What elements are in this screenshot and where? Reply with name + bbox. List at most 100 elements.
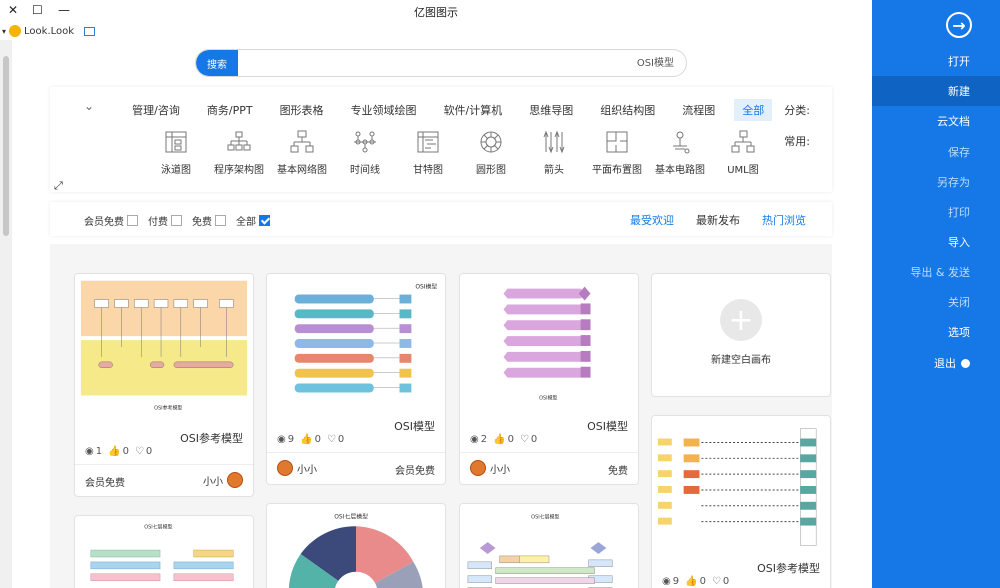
common-program-arch[interactable]: 程序架构图 bbox=[208, 129, 270, 176]
common-uml[interactable]: UML图 bbox=[712, 129, 774, 176]
category-all[interactable]: 全部 bbox=[734, 99, 773, 121]
nav-new[interactable]: 新建 bbox=[872, 76, 1000, 106]
template-card[interactable]: OSI参考模型 ◉ 9 👍 0 ♡ 0 bbox=[651, 415, 831, 588]
lookbar-label[interactable]: Look.Look bbox=[24, 26, 74, 37]
category-graphic-table[interactable]: 图形表格 bbox=[272, 99, 332, 121]
filter-label: 付费 bbox=[148, 217, 168, 228]
nav-open[interactable]: 打开 bbox=[872, 46, 1000, 76]
category-flowchart[interactable]: 流程图 bbox=[674, 99, 723, 121]
template-thumbnail: OSI参考模型 bbox=[75, 274, 253, 424]
back-arrow-icon[interactable]: → bbox=[946, 12, 972, 38]
template-card[interactable]: OSI七层模型 bbox=[74, 515, 254, 588]
category-professional[interactable]: 专业领域绘图 bbox=[343, 99, 425, 121]
template-card[interactable]: OSI七层模型 bbox=[266, 503, 446, 588]
template-card[interactable]: OSI参考模型 OSI参考模型 ◉ 1 👍 0 ♡ 0 小小 会员免费 bbox=[74, 273, 254, 497]
nav-options[interactable]: 选项 bbox=[872, 317, 1000, 347]
template-title: OSI参考模型 bbox=[180, 432, 243, 445]
category-business-ppt[interactable]: 商务/PPT bbox=[199, 99, 261, 121]
checkbox-checked-icon[interactable] bbox=[259, 215, 270, 226]
blank-canvas-card[interactable]: + 新建空白画布 bbox=[651, 273, 831, 397]
nav-exit[interactable]: 退出 bbox=[872, 348, 1000, 378]
category-software[interactable]: 软件/计算机 bbox=[436, 99, 511, 121]
nav-save-as[interactable]: 另存为 bbox=[872, 167, 1000, 197]
template-title: OSI模型 bbox=[587, 420, 628, 433]
filter-member-free[interactable]: 会员免费 bbox=[84, 213, 138, 228]
eye-icon: ◉ bbox=[85, 446, 94, 457]
common-network[interactable]: 基本网络图 bbox=[271, 129, 333, 176]
nav-import[interactable]: 导入 bbox=[872, 227, 1000, 257]
comments-count: 0 bbox=[722, 576, 730, 587]
search-input[interactable] bbox=[294, 56, 674, 67]
architecture-icon bbox=[227, 131, 251, 151]
nav-label: 打开 bbox=[948, 55, 970, 68]
timeline-icon bbox=[354, 131, 376, 153]
template-thumbnail: OSI七层模型 bbox=[267, 504, 445, 588]
category-management[interactable]: 管理/咨询 bbox=[124, 99, 188, 121]
swimlane-icon bbox=[165, 131, 187, 153]
comments-count: 0 bbox=[530, 434, 538, 445]
common-floorplan[interactable]: 平面布置图 bbox=[586, 129, 648, 176]
filter-label: 免费 bbox=[192, 217, 212, 228]
nav-cloud-docs[interactable]: 云文档 bbox=[872, 106, 1000, 136]
window-title: 亿图图示 bbox=[414, 6, 458, 19]
nav-print[interactable]: 打印 bbox=[872, 197, 1000, 227]
nav-label: 导出 & 发送 bbox=[910, 266, 970, 279]
eye-icon: ◉ bbox=[662, 576, 671, 587]
book-icon[interactable] bbox=[84, 26, 96, 36]
scroll-thumb[interactable] bbox=[3, 56, 9, 236]
divider bbox=[75, 464, 253, 465]
template-stats: ◉ 9 👍 0 ♡ 0 bbox=[662, 576, 729, 587]
comments-stat: ♡ 0 bbox=[327, 434, 344, 445]
nav-close[interactable]: 关闭 bbox=[872, 287, 1000, 317]
blank-canvas-label: 新建空白画布 bbox=[711, 355, 771, 366]
author[interactable]: 小小 bbox=[470, 460, 510, 476]
author[interactable]: 小小 bbox=[203, 472, 243, 488]
thumbnail-title: OSI七层模型 bbox=[531, 513, 559, 520]
likes-stat: 👍 0 bbox=[108, 446, 129, 457]
common-circle[interactable]: 圆形图 bbox=[460, 129, 522, 176]
filter-free[interactable]: 免费 bbox=[192, 213, 226, 228]
search-button[interactable]: 搜索 bbox=[196, 50, 238, 76]
heart-icon: ♡ bbox=[519, 434, 529, 445]
filter-all[interactable]: 全部 bbox=[236, 213, 270, 228]
dropdown-arrow-icon[interactable]: ▾ bbox=[2, 27, 6, 36]
filter-bar: 热门浏览 最新发布 最受欢迎 全部 免费 付费 会员免费 bbox=[50, 202, 832, 236]
avatar bbox=[227, 472, 243, 488]
nav-label: 保存 bbox=[948, 146, 970, 159]
common-gantt[interactable]: 甘特图 bbox=[397, 129, 459, 176]
nav-save[interactable]: 保存 bbox=[872, 137, 1000, 167]
category-org-chart[interactable]: 组织结构图 bbox=[592, 99, 663, 121]
common-swimlane[interactable]: 泳道图 bbox=[145, 129, 207, 176]
common-timeline[interactable]: 时间线 bbox=[334, 129, 396, 176]
arrows-icon bbox=[543, 130, 565, 154]
checkbox-icon[interactable] bbox=[171, 215, 182, 226]
circuit-icon bbox=[673, 131, 690, 154]
author-name: 小小 bbox=[203, 476, 223, 488]
checkbox-icon[interactable] bbox=[215, 215, 226, 226]
template-card[interactable]: OSI模型 OSI模型 ◉ 9 👍 0 ♡ 0 小小 会员免费 bbox=[266, 273, 446, 485]
filter-paid[interactable]: 付费 bbox=[148, 213, 182, 228]
author[interactable]: 小小 bbox=[277, 460, 317, 476]
likes-count: 0 bbox=[122, 446, 129, 457]
views-count: 9 bbox=[287, 434, 295, 445]
expand-icon[interactable]: ⤢ bbox=[54, 179, 63, 193]
views-stat: ◉ 1 bbox=[85, 446, 102, 457]
tab-hot[interactable]: 热门浏览 bbox=[762, 212, 806, 228]
common-label: 常用: bbox=[784, 135, 810, 148]
likes-stat: 👍 0 bbox=[493, 434, 514, 445]
template-card[interactable]: OSI模型 OSI模型 ◉ 2 👍 0 ♡ 0 小小 免费 bbox=[459, 273, 639, 485]
template-card[interactable]: OSI七层模型 bbox=[459, 503, 639, 588]
common-circuit[interactable]: 基本电路图 bbox=[649, 129, 711, 176]
tab-popular[interactable]: 最受欢迎 bbox=[630, 212, 674, 228]
vertical-scrollbar[interactable] bbox=[0, 40, 12, 588]
nav-export-send[interactable]: 导出 & 发送 bbox=[872, 257, 1000, 287]
filter-label: 会员免费 bbox=[84, 217, 124, 228]
template-thumbnail: OSI模型 bbox=[267, 274, 445, 414]
category-mind-map[interactable]: 思维导图 bbox=[521, 99, 581, 121]
checkbox-icon[interactable] bbox=[127, 215, 138, 226]
tab-latest[interactable]: 最新发布 bbox=[696, 212, 740, 228]
common-arrows[interactable]: 箭头 bbox=[523, 129, 585, 176]
svg-text:OSI模型: OSI模型 bbox=[539, 394, 557, 401]
chevron-down-icon[interactable]: ⌄ bbox=[84, 99, 94, 113]
template-thumbnail bbox=[652, 416, 830, 556]
